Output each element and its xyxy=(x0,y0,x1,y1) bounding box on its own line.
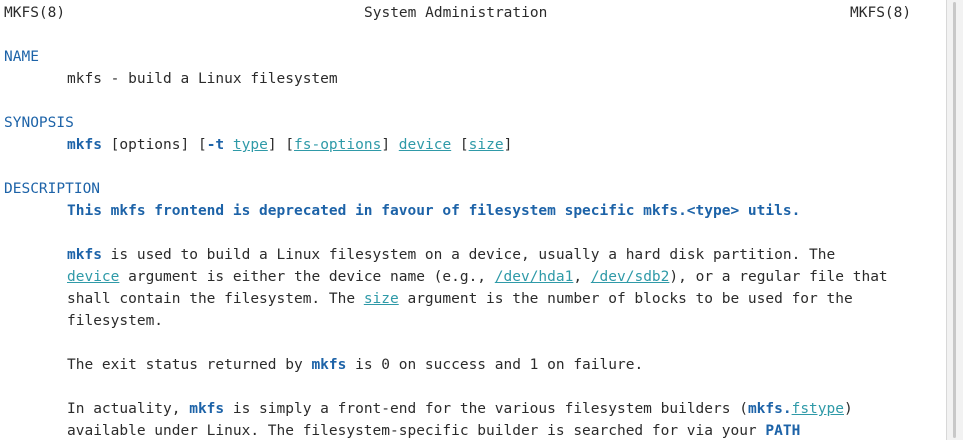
paragraph-line: The exit status returned by mkfs is 0 on… xyxy=(67,354,643,376)
synopsis-text: ] [ xyxy=(267,137,295,153)
link-size[interactable]: size xyxy=(469,137,504,153)
paragraph-text: , xyxy=(573,269,591,285)
link-fs-options[interactable]: fs-options xyxy=(294,137,381,153)
link-dev-sdb2[interactable]: /dev/sdb2 xyxy=(591,269,670,285)
man-page-viewer[interactable]: MKFS(8) System Administration MKFS(8) NA… xyxy=(0,0,963,440)
synopsis-text: [ xyxy=(451,137,469,153)
paragraph-line: device argument is either the device nam… xyxy=(67,266,888,288)
link-dev-hda1[interactable]: /dev/hda1 xyxy=(495,269,574,285)
paragraph-text: ) xyxy=(843,401,853,417)
paragraph-text: In actuality, xyxy=(67,401,190,417)
vertical-scrollbar[interactable] xyxy=(946,0,963,440)
scrollbar-thumb[interactable] xyxy=(953,2,956,438)
paragraph-text: ), or a regular file that xyxy=(669,269,888,285)
synopsis-text: ] xyxy=(503,137,513,153)
paragraph-text: argument is either the device name (e.g.… xyxy=(119,269,495,285)
paragraph-text: argument is the number of blocks to be u… xyxy=(398,291,853,307)
paragraph-text: is simply a front-end for the various fi… xyxy=(224,401,748,417)
paragraph-text: available under Linux. The filesystem-sp… xyxy=(67,423,766,439)
synopsis-t-flag: -t xyxy=(206,137,225,153)
paragraph-text: is used to build a Linux filesystem on a… xyxy=(101,247,836,263)
env-var-path: PATH xyxy=(765,423,801,439)
command-name: mkfs xyxy=(67,247,102,263)
paragraph-text: shall contain the filesystem. The xyxy=(67,291,364,307)
paragraph-line: In actuality, mkfs is simply a front-end… xyxy=(67,398,853,420)
link-device[interactable]: device xyxy=(399,137,451,153)
synopsis-line: mkfs [options] [-t type] [fs-options] de… xyxy=(67,134,512,156)
header-right: MKFS(8) xyxy=(850,5,912,21)
section-heading-name: NAME xyxy=(4,49,39,65)
deprecation-notice: This mkfs frontend is deprecated in favo… xyxy=(67,203,801,219)
command-name: mkfs xyxy=(189,401,225,417)
paragraph-line: filesystem. xyxy=(67,313,164,329)
synopsis-text: [options] [ xyxy=(101,137,207,153)
paragraph-text: is 0 on success and 1 on failure. xyxy=(346,357,644,373)
paragraph-text: The exit status returned by xyxy=(67,357,312,373)
header-left: MKFS(8) xyxy=(4,5,66,21)
section-heading-synopsis: SYNOPSIS xyxy=(4,115,74,131)
paragraph-line: shall contain the filesystem. The size a… xyxy=(67,288,853,310)
name-text: mkfs - build a Linux filesystem xyxy=(67,71,338,87)
header-title: System Administration xyxy=(364,5,548,21)
link-fstype[interactable]: fstype xyxy=(792,401,844,417)
paragraph-line: mkfs is used to build a Linux filesystem… xyxy=(67,244,835,266)
synopsis-text xyxy=(224,137,233,153)
synopsis-command: mkfs xyxy=(67,137,102,153)
link-size[interactable]: size xyxy=(364,291,399,307)
command-name: mkfs. xyxy=(747,401,792,417)
synopsis-text: ] xyxy=(381,137,399,153)
section-heading-description: DESCRIPTION xyxy=(4,181,101,197)
link-type[interactable]: type xyxy=(233,137,268,153)
command-name: mkfs xyxy=(311,357,347,373)
link-device[interactable]: device xyxy=(67,269,119,285)
paragraph-line: available under Linux. The filesystem-sp… xyxy=(67,420,800,440)
